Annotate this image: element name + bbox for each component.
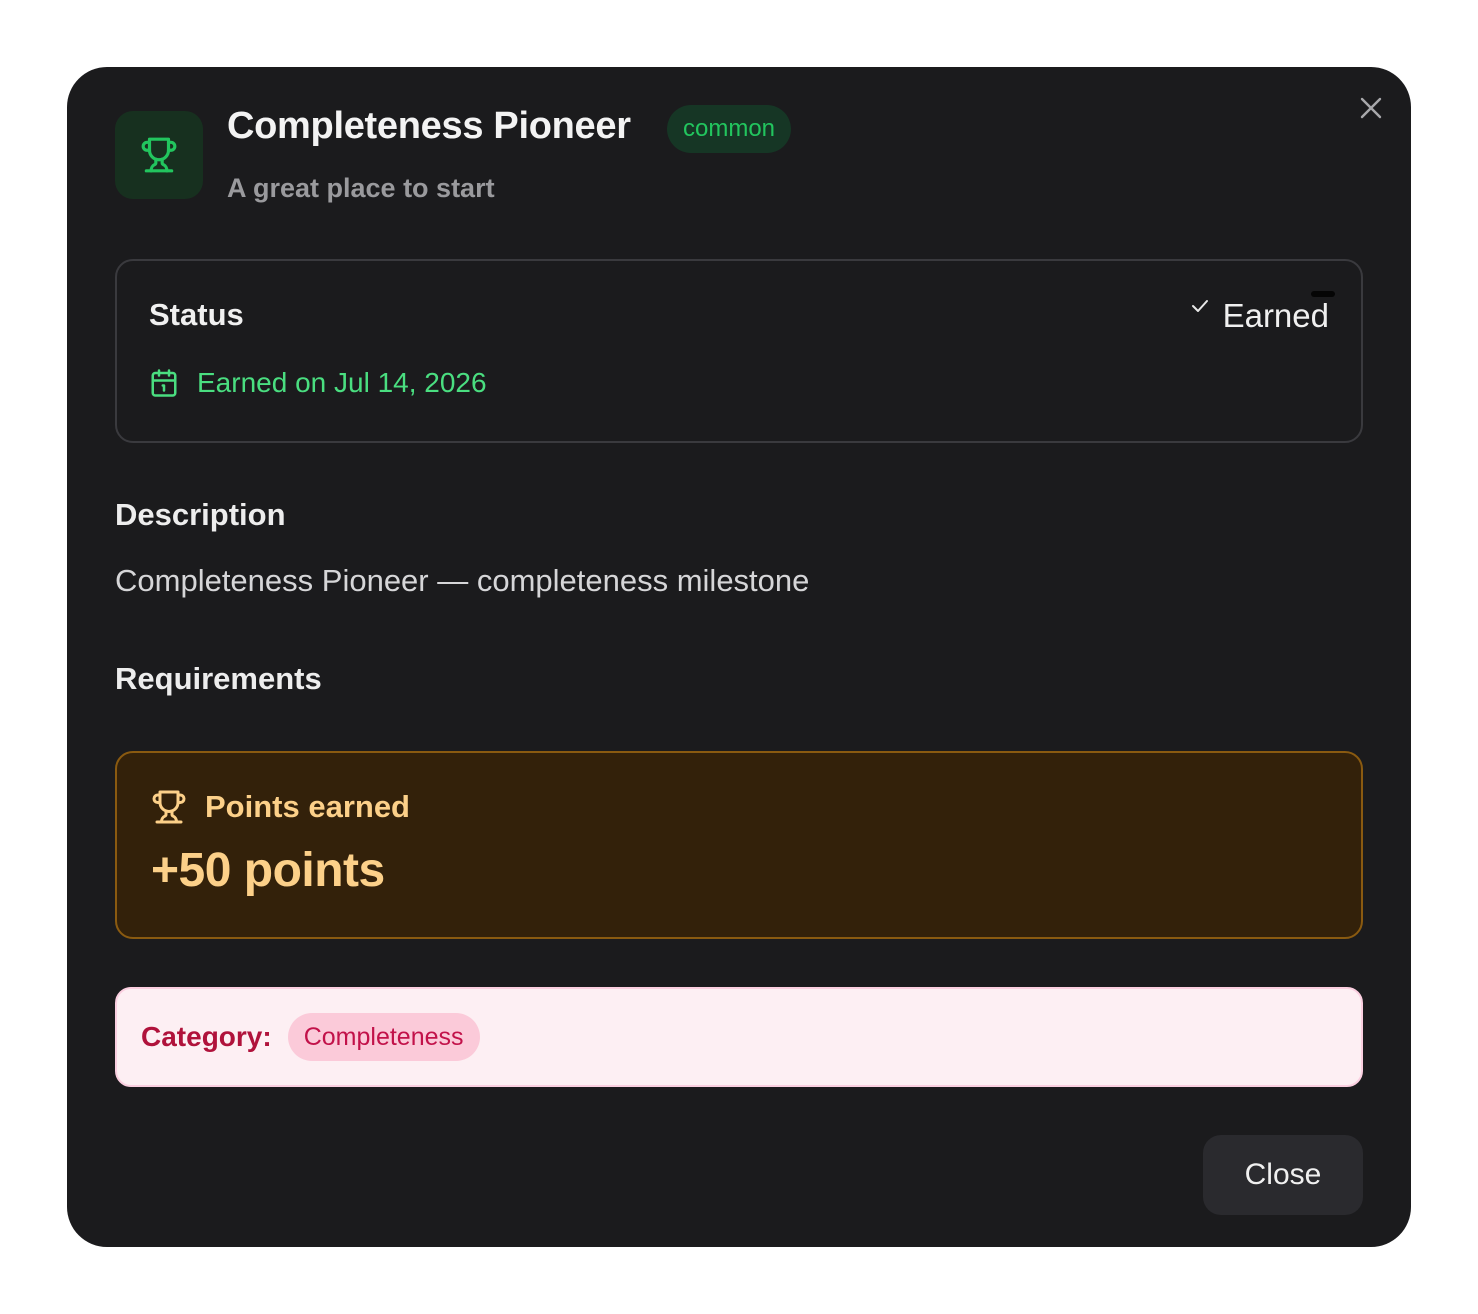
trophy-icon (152, 790, 186, 824)
close-button[interactable]: Close (1203, 1135, 1363, 1215)
achievement-icon-tile (115, 111, 203, 199)
points-card: Points earned +50 points (115, 751, 1363, 939)
achievement-subtitle: A great place to start (227, 173, 495, 203)
requirements-heading: Requirements (115, 661, 322, 696)
description-text: Completeness Pioneer — completeness mile… (115, 563, 810, 598)
trophy-icon (141, 137, 177, 173)
calendar-icon (151, 369, 177, 397)
achievement-title: Completeness Pioneer (227, 105, 631, 147)
check-icon (1192, 300, 1208, 312)
points-value: +50 points (151, 844, 385, 897)
category-label: Category: (141, 1021, 272, 1052)
points-header: Points earned (151, 789, 410, 825)
status-badge-marker (1311, 291, 1335, 297)
description-heading: Description (115, 497, 286, 532)
points-label: Points earned (205, 789, 410, 824)
close-icon[interactable] (1357, 94, 1385, 122)
earned-date-row: Earned on Jul 14, 2026 (149, 367, 487, 399)
status-badge: Earned (1222, 297, 1329, 334)
status-card: Status Earned Earned on Jul 14, 2026 (115, 259, 1363, 443)
status-label: Status (149, 297, 244, 332)
earned-date: Earned on Jul 14, 2026 (197, 367, 487, 398)
category-badge: Completeness (287, 1013, 480, 1061)
category-card: Category: Completeness (115, 987, 1363, 1087)
rarity-badge: common (667, 105, 792, 153)
achievement-modal: Completeness Pioneer common A great plac… (67, 67, 1411, 1247)
